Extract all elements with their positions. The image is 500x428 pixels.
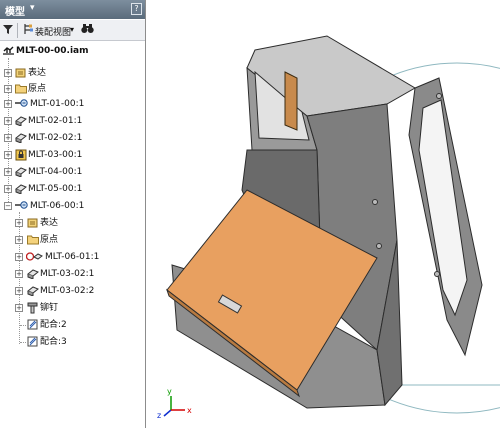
- toolbar-divider: [17, 23, 18, 38]
- expand-toggle[interactable]: +: [15, 253, 23, 261]
- axis-y-label: y: [167, 387, 172, 396]
- binoculars-icon[interactable]: [81, 23, 94, 37]
- part-icon: [27, 268, 39, 280]
- tree-item[interactable]: 配合:2: [0, 318, 145, 332]
- axis-x-label: x: [187, 406, 192, 415]
- tree-item[interactable]: + 原点: [0, 82, 145, 96]
- tree-item[interactable]: 配合:3: [0, 335, 145, 349]
- fastener: [436, 93, 442, 99]
- fastener-icon: [27, 302, 38, 314]
- view-triad[interactable]: z y x: [157, 387, 192, 420]
- expand-toggle[interactable]: +: [15, 219, 23, 227]
- tree-item[interactable]: MLT-00-00.iam: [0, 44, 145, 58]
- expand-toggle[interactable]: +: [15, 287, 23, 295]
- assembly-view-dropdown[interactable]: 装配视图: [35, 25, 71, 38]
- tree-item[interactable]: − MLT-06-00:1: [0, 199, 145, 213]
- tree-item-label: MLT-05-00:1: [28, 184, 83, 194]
- model-browser-panel: 模型 ▾ ? 装配视图 ▾ MLT-00-00.iam + 表达 + 原点 + …: [0, 0, 146, 428]
- tree-item-label: 表达: [28, 68, 47, 78]
- tree-item[interactable]: + 表达: [0, 66, 145, 80]
- tree-item[interactable]: + MLT-03-02:1: [0, 267, 145, 281]
- tree-item-label: 配合:3: [40, 337, 67, 347]
- tree-item[interactable]: + MLT-01-00:1: [0, 97, 145, 111]
- flexible-part-icon: [25, 251, 43, 262]
- representations-icon: [15, 67, 26, 78]
- expand-toggle[interactable]: +: [4, 117, 12, 125]
- tree-item-label: MLT-01-00:1: [30, 99, 85, 109]
- expand-toggle[interactable]: +: [4, 151, 12, 159]
- expand-toggle[interactable]: +: [4, 85, 12, 93]
- representations-icon: [27, 217, 38, 228]
- part-icon: [15, 183, 27, 195]
- tree-item[interactable]: + 铆钉: [0, 301, 145, 315]
- expand-toggle[interactable]: +: [15, 270, 23, 278]
- assembly-view-icon[interactable]: [23, 23, 34, 38]
- tree-item[interactable]: + MLT-02-01:1: [0, 114, 145, 128]
- tree-item[interactable]: + MLT-04-00:1: [0, 165, 145, 179]
- tree-item-label: 配合:2: [40, 320, 67, 330]
- subassembly-icon: [15, 98, 28, 109]
- tree-item[interactable]: + MLT-03-02:2: [0, 284, 145, 298]
- tree-item-label: MLT-00-00.iam: [16, 46, 89, 56]
- fastener: [434, 271, 440, 277]
- tree-item[interactable]: + MLT-02-02:1: [0, 131, 145, 145]
- tree-item[interactable]: + 原点: [0, 233, 145, 247]
- part-icon: [15, 132, 27, 144]
- expand-toggle[interactable]: +: [4, 69, 12, 77]
- tree-item[interactable]: + MLT-05-00:1: [0, 182, 145, 196]
- part-icon: [15, 115, 27, 127]
- chevron-down-icon[interactable]: ▾: [70, 25, 74, 34]
- expand-toggle[interactable]: +: [4, 185, 12, 193]
- graphics-viewport[interactable]: z y x: [147, 0, 500, 428]
- tree-item-label: MLT-06-01:1: [45, 252, 100, 262]
- tree-item-label: 铆钉: [40, 303, 59, 313]
- subassembly-icon: [15, 200, 28, 211]
- tree-item-label: MLT-02-01:1: [28, 116, 83, 126]
- tree-item-label: MLT-02-02:1: [28, 133, 83, 143]
- tree-item-label: MLT-03-02:2: [40, 286, 95, 296]
- tree-item[interactable]: + 表达: [0, 216, 145, 230]
- part-icon: [15, 166, 27, 178]
- fastener: [376, 243, 382, 249]
- tree-item[interactable]: + MLT-03-00:1: [0, 148, 145, 162]
- expand-toggle[interactable]: +: [4, 100, 12, 108]
- mate-constraint-icon: [27, 319, 38, 330]
- tree-item-label: 表达: [40, 218, 59, 228]
- part-icon: [27, 285, 39, 297]
- expand-toggle[interactable]: +: [4, 134, 12, 142]
- assembly-icon: [3, 45, 14, 56]
- tree-item-label: MLT-04-00:1: [28, 167, 83, 177]
- inner-bracket: [284, 71, 298, 131]
- tree-item-label: 原点: [40, 235, 59, 245]
- expand-toggle[interactable]: +: [15, 236, 23, 244]
- model-canvas[interactable]: z y x: [147, 0, 500, 428]
- tree-item-label: MLT-03-02:1: [40, 269, 95, 279]
- panel-toolbar: 装配视图 ▾: [0, 20, 145, 41]
- panel-title-bar[interactable]: 模型 ▾ ?: [0, 0, 145, 19]
- collapse-toggle[interactable]: −: [4, 202, 12, 210]
- expand-toggle[interactable]: +: [4, 168, 12, 176]
- axis-z-label: z: [157, 411, 161, 420]
- help-button[interactable]: ?: [131, 3, 142, 15]
- expand-toggle[interactable]: +: [15, 304, 23, 312]
- tree-item-label: MLT-06-00:1: [30, 201, 85, 211]
- chevron-down-icon[interactable]: ▾: [30, 3, 35, 13]
- locked-assembly-icon: [15, 149, 27, 161]
- folder-icon: [27, 234, 39, 245]
- tree-item-label: MLT-03-00:1: [28, 150, 83, 160]
- panel-title[interactable]: 模型: [5, 3, 25, 18]
- tree-item-label: 原点: [28, 84, 47, 94]
- axis-z-line: [163, 409, 172, 417]
- mate-constraint-icon: [27, 336, 38, 347]
- filter-icon[interactable]: [3, 24, 13, 38]
- fastener: [372, 199, 378, 205]
- folder-icon: [15, 83, 27, 94]
- tree-item[interactable]: + MLT-06-01:1: [0, 250, 145, 264]
